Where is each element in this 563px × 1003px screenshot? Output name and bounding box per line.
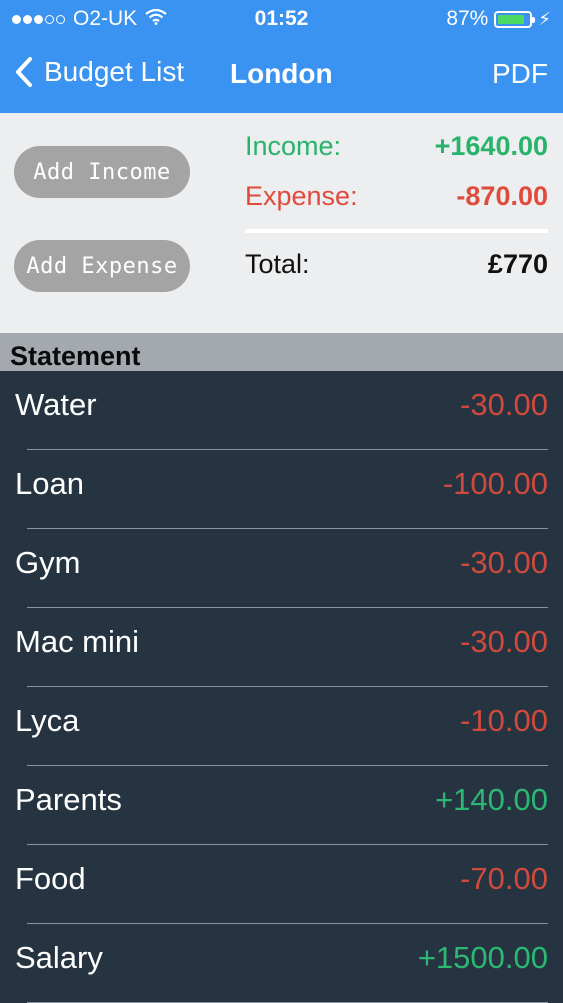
expense-value: -870.00: [456, 181, 548, 211]
list-item[interactable]: Lyca -10.00: [0, 687, 563, 766]
list-item-name: Salary: [15, 940, 103, 975]
back-label: Budget List: [44, 56, 185, 87]
charging-bolt-icon: ⚡︎: [538, 8, 551, 29]
add-expense-button[interactable]: Add Expense: [14, 240, 190, 292]
income-row: Income: +1640.00: [245, 131, 548, 162]
list-item[interactable]: Gym -30.00: [0, 529, 563, 608]
status-bar: O2-UK 01:52 87% ⚡︎: [0, 0, 563, 36]
add-income-button[interactable]: Add Income: [14, 146, 190, 198]
summary-panel: Add Income Add Expense Income: +1640.00 …: [0, 113, 563, 333]
list-item-name: Parents: [15, 782, 122, 817]
list-item-name: Food: [15, 861, 86, 896]
list-item-name: Water: [15, 387, 97, 422]
total-row: Total: £770: [245, 249, 548, 280]
list-item-amount: -30.00: [460, 624, 548, 659]
list-item[interactable]: Food -70.00: [0, 845, 563, 924]
list-item-name: Mac mini: [15, 624, 140, 659]
income-label: Income:: [245, 131, 342, 161]
battery-percent: 87%: [446, 7, 489, 30]
statement-header: Statement: [0, 333, 563, 371]
list-item[interactable]: Parents +140.00: [0, 766, 563, 845]
list-item-name: Lyca: [15, 703, 80, 738]
total-value: £770: [487, 249, 548, 279]
summary-divider: [245, 229, 548, 233]
list-item-amount: -70.00: [460, 861, 548, 896]
page-title: London: [230, 58, 333, 89]
list-item[interactable]: Mac mini -30.00: [0, 608, 563, 687]
list-item-amount: +140.00: [435, 782, 548, 817]
list-item[interactable]: Salary +1500.00: [0, 924, 563, 1003]
list-item-name: Loan: [15, 466, 84, 501]
status-right: 87% ⚡︎: [446, 7, 551, 31]
chevron-left-icon: [16, 57, 32, 87]
pdf-button[interactable]: PDF: [492, 58, 548, 90]
list-item-amount: -100.00: [442, 466, 548, 501]
list-item-amount: -10.00: [460, 703, 548, 738]
list-item[interactable]: Water -30.00: [0, 371, 563, 450]
battery-icon: [494, 10, 536, 28]
back-button[interactable]: Budget List: [14, 56, 184, 88]
income-value: +1640.00: [434, 131, 548, 161]
list-item-amount: -30.00: [460, 387, 548, 422]
list-item-amount: -30.00: [460, 545, 548, 580]
total-label: Total:: [245, 249, 310, 279]
expense-row: Expense: -870.00: [245, 181, 548, 212]
top-bar: O2-UK 01:52 87% ⚡︎ Budget List London PD…: [0, 0, 563, 113]
list-item[interactable]: Loan -100.00: [0, 450, 563, 529]
list-item-name: Gym: [15, 545, 81, 580]
battery-fill: [498, 14, 525, 24]
statement-header-label: Statement: [10, 341, 141, 371]
navigation-bar: Budget List London PDF: [0, 50, 563, 100]
statement-list[interactable]: Water -30.00 Loan -100.00 Gym -30.00 Mac mini -…: [0, 371, 563, 1003]
list-item-amount: +1500.00: [417, 940, 548, 975]
expense-label: Expense:: [245, 181, 358, 211]
